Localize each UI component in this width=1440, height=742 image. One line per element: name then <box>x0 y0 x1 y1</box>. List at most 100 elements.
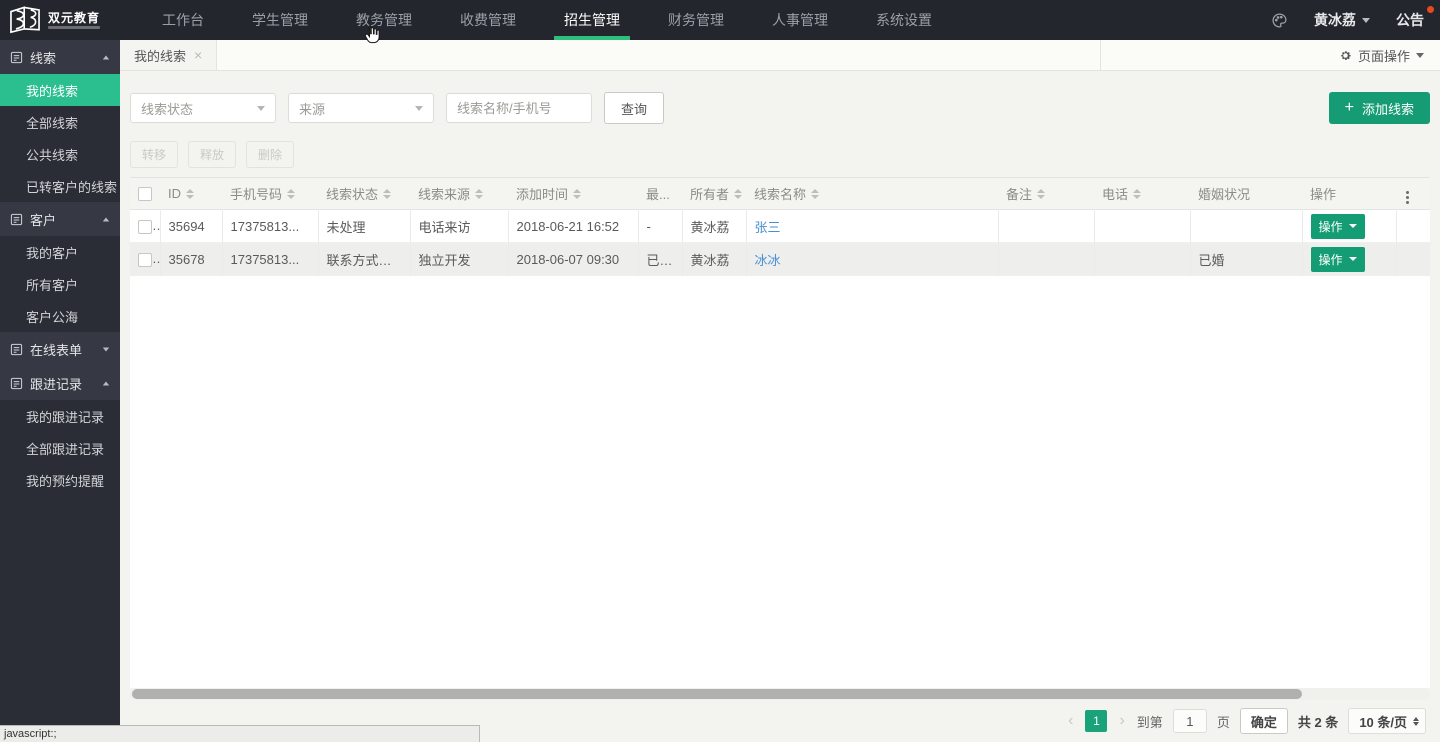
lead-name-link[interactable]: 张三 <box>755 220 781 235</box>
bulk-action-button[interactable]: 转移 <box>130 141 179 168</box>
gear-icon <box>1339 49 1352 62</box>
user-menu[interactable]: 黄冰荔 <box>1314 10 1370 30</box>
cell-tel <box>1094 209 1191 243</box>
sidebar-menu: 线索 我的线索 全部线索 公共线索 已转客户的线索 客户 我的客户 所有客户 客户公海在线表单跟… <box>0 40 120 496</box>
chevron-up-icon <box>102 55 110 59</box>
bulk-action-button[interactable]: 释放 <box>188 141 237 168</box>
column-header[interactable]: ID <box>160 178 222 210</box>
select-all-checkbox[interactable] <box>138 187 152 202</box>
column-header-label: 添加时间 <box>516 187 569 202</box>
nav-item[interactable]: 招生管理 <box>540 0 644 40</box>
chevron-down-icon <box>1348 257 1357 261</box>
sort-icon[interactable] <box>186 188 194 199</box>
row-action-button[interactable]: 操作 <box>1310 246 1365 272</box>
column-header[interactable]: 手机号码 <box>222 178 318 210</box>
cell-action: 操作 <box>1302 242 1397 276</box>
sidebar-item[interactable]: 我的线索 <box>0 74 120 106</box>
chevron-down-icon <box>1416 52 1424 58</box>
tab-bar: 我的线索 × 页面操作 <box>120 40 1440 71</box>
prev-page-icon[interactable]: ‹ <box>1066 712 1075 730</box>
sidebar-item[interactable]: 全部线索 <box>0 106 120 138</box>
column-header[interactable]: 线索名称 <box>746 178 998 210</box>
goto-page-input[interactable] <box>1172 709 1207 733</box>
row-checkbox[interactable] <box>138 219 152 234</box>
table-row: 35678 17375813... 联系方式有效 独立开发 2018-06-07 09:… <box>130 242 1430 276</box>
page-actions-button[interactable]: 页面操作 <box>1100 40 1440 70</box>
column-header-label: 最... <box>646 187 670 202</box>
add-lead-button[interactable]: + 添加线索 <box>1328 92 1430 124</box>
more-columns-icon[interactable] <box>1404 189 1411 206</box>
sidebar-item[interactable]: 我的跟进记录 <box>0 400 120 432</box>
cell-name: 张三 <box>746 209 999 243</box>
scrollbar-thumb[interactable] <box>132 689 1302 699</box>
page-number-button[interactable]: 1 <box>1085 710 1108 732</box>
column-header[interactable]: 添加时间 <box>508 178 638 210</box>
sort-icon[interactable] <box>573 188 582 199</box>
sidebar-item[interactable]: 全部跟进记录 <box>0 432 120 464</box>
column-header-label: 线索来源 <box>418 187 471 202</box>
sort-icon[interactable] <box>475 188 484 199</box>
nav-item[interactable]: 学生管理 <box>228 0 332 40</box>
sidebar-group-label: 在线表单 <box>30 342 83 358</box>
sort-icon[interactable] <box>1133 188 1142 199</box>
nav-item[interactable]: 系统设置 <box>852 0 956 40</box>
search-input[interactable] <box>446 93 592 123</box>
sidebar-group[interactable]: 客户 <box>0 202 120 236</box>
source-select[interactable]: 来源 <box>288 93 434 123</box>
logo-icon <box>6 4 44 37</box>
horizontal-scrollbar <box>130 688 1430 700</box>
nav-item[interactable]: 收费管理 <box>436 0 540 40</box>
logo[interactable]: 双元教育 <box>0 0 120 40</box>
sort-icon[interactable] <box>734 188 743 199</box>
chevron-down-icon <box>415 105 423 111</box>
sidebar-item[interactable]: 客户公海 <box>0 300 120 332</box>
lead-name-link[interactable]: 冰冰 <box>755 253 781 268</box>
nav-item[interactable]: 教务管理 <box>332 0 436 40</box>
sidebar-group[interactable]: 在线表单 <box>0 332 120 366</box>
row-checkbox[interactable] <box>138 252 152 267</box>
sidebar-item[interactable]: 已转客户的线索 <box>0 170 120 202</box>
column-header-label: 线索状态 <box>326 187 379 202</box>
page-size-select[interactable]: 10 条/页 <box>1348 708 1426 734</box>
lead-status-select[interactable]: 线索状态 <box>130 93 276 123</box>
sort-icon[interactable] <box>1037 188 1046 199</box>
cell-tel <box>1094 242 1191 276</box>
sort-icon[interactable] <box>383 188 392 199</box>
sidebar-item[interactable]: 我的客户 <box>0 236 120 268</box>
column-header[interactable]: 线索来源 <box>410 178 508 210</box>
sort-icon[interactable] <box>811 188 820 199</box>
theme-palette-icon[interactable] <box>1271 12 1288 29</box>
nav-item[interactable]: 财务管理 <box>644 0 748 40</box>
sidebar-group[interactable]: 跟进记录 <box>0 366 120 400</box>
cell-last: 已联系 <box>638 242 683 276</box>
notice-link[interactable]: 公告 <box>1396 6 1434 30</box>
next-page-icon[interactable]: › <box>1117 712 1126 730</box>
table-header-row: ID 手机号码 线索状态 线索来源 添加时间 最... 所有者 线索名称 备注 电话 婚姻状况 操作 <box>130 177 1430 210</box>
notice-badge <box>1427 6 1434 13</box>
tab-my-leads[interactable]: 我的线索 × <box>120 40 218 70</box>
cell-more <box>1396 243 1430 276</box>
column-header[interactable]: 备注 <box>998 178 1094 210</box>
column-header[interactable]: 所有者 <box>682 178 746 210</box>
sidebar-item[interactable]: 公共线索 <box>0 138 120 170</box>
chevron-down-icon <box>257 105 265 111</box>
sort-icon[interactable] <box>287 188 296 199</box>
bulk-toolbar: 转移 释放 删除 <box>130 141 1430 168</box>
row-action-button[interactable]: 操作 <box>1310 213 1365 239</box>
confirm-button[interactable]: 确定 <box>1239 708 1288 734</box>
column-header-label: ID <box>168 186 181 201</box>
close-icon[interactable]: × <box>194 48 202 62</box>
leads-table-panel: ID 手机号码 线索状态 线索来源 添加时间 最... 所有者 线索名称 备注 电话 婚姻状况 操作 … <box>130 177 1430 688</box>
column-header[interactable]: 线索状态 <box>318 178 410 210</box>
sidebar-group[interactable]: 线索 <box>0 40 120 74</box>
sidebar-item[interactable]: 我的预约提醒 <box>0 464 120 496</box>
nav-item[interactable]: 工作台 <box>138 0 228 40</box>
column-header[interactable]: 电话 <box>1094 178 1190 210</box>
nav-item[interactable]: 人事管理 <box>748 0 852 40</box>
query-button[interactable]: 查询 <box>604 92 665 124</box>
add-lead-label: 添加线索 <box>1361 101 1414 117</box>
plus-icon: + <box>1344 99 1354 116</box>
sidebar-item[interactable]: 所有客户 <box>0 268 120 300</box>
bulk-action-button[interactable]: 删除 <box>246 141 295 168</box>
cell-last: - <box>638 209 683 243</box>
